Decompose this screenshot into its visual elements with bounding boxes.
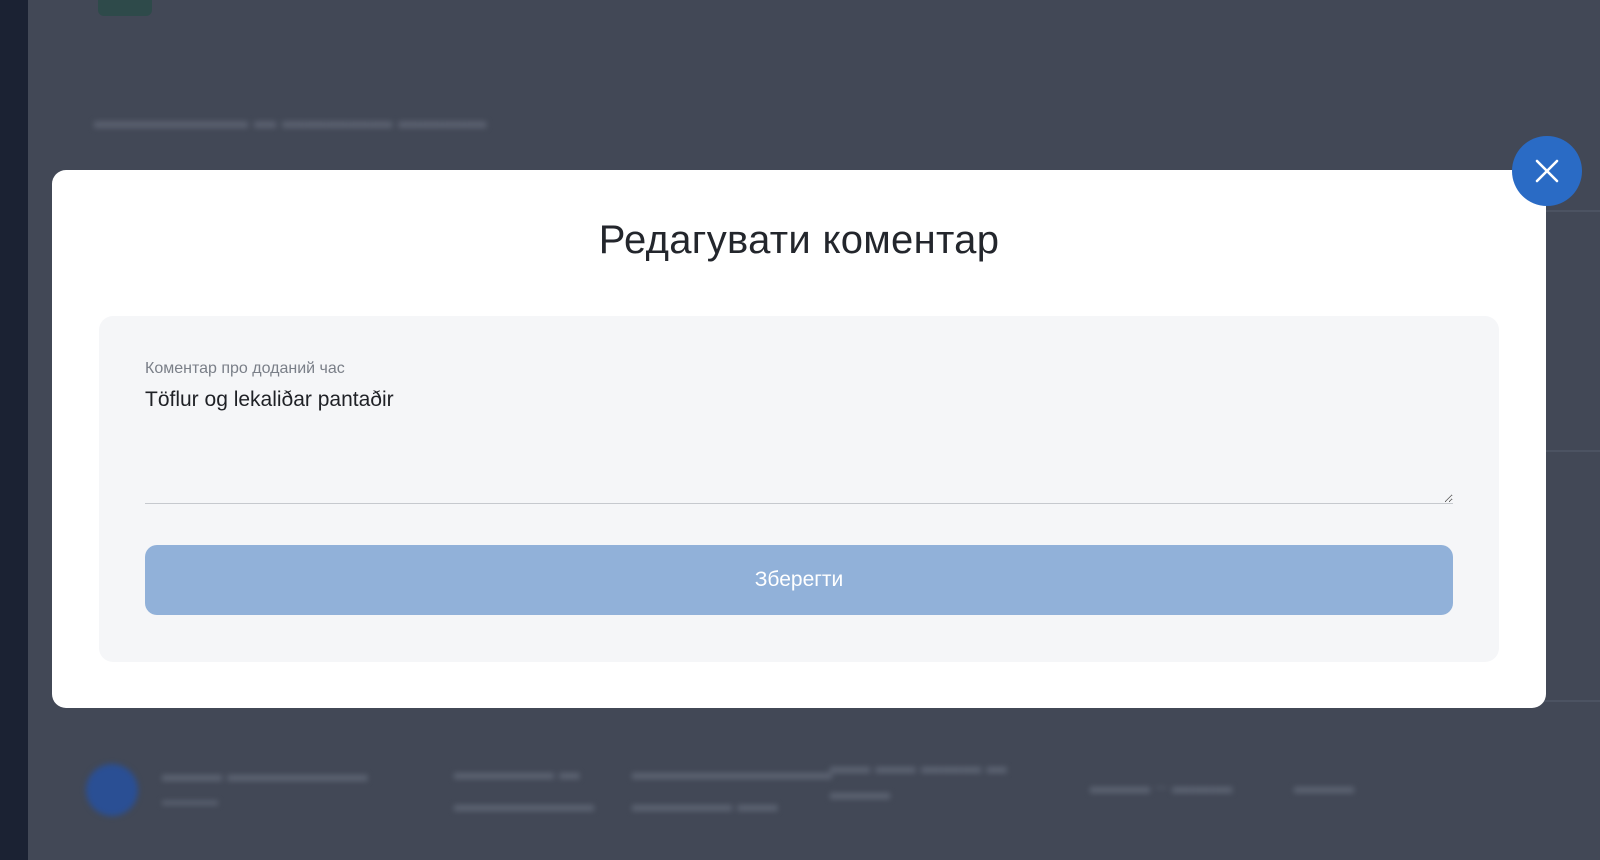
- background-cell: ▬▬▬▬▬▬▬▬▬▬: [632, 762, 832, 784]
- background-logo: [98, 0, 152, 16]
- background-heading-blurred: ▬▬▬▬▬▬▬ ▬ ▬▬▬▬▬ ▬▬▬▬: [94, 108, 487, 133]
- edit-comment-modal: Редагувати коментар Коментар про доданий…: [52, 170, 1546, 708]
- comment-textarea[interactable]: Töflur og lekaliðar pantaðir: [145, 388, 1453, 504]
- modal-title: Редагувати коментар: [598, 218, 1000, 262]
- background-avatar: [86, 764, 138, 816]
- background-cell: ▬▬ ▬▬ ▬▬▬ ▬: [830, 756, 1007, 778]
- background-cell: ▬▬▬ ▬▬▬▬▬▬▬: [162, 764, 368, 786]
- background-cell: ▬▬▬▬▬ ▬: [454, 762, 580, 784]
- background-cell: ▬▬▬▬▬ ▬▬: [632, 794, 778, 816]
- background-cell: ▬▬▬▬▬▬▬: [454, 794, 594, 816]
- background-cell: ▬▬▬: [1294, 776, 1354, 798]
- background-divider: [1540, 210, 1600, 212]
- comment-field-label: Коментар про доданий час: [145, 360, 345, 377]
- background-divider: [1540, 700, 1600, 702]
- comment-form-panel: Коментар про доданий час Töflur og lekal…: [99, 316, 1499, 662]
- background-cell: ▬▬▬ – ▬▬▬: [1090, 776, 1233, 798]
- background-divider: [1540, 450, 1600, 452]
- background-cell: ▬▬▬▬: [162, 792, 218, 808]
- background-sidebar: [0, 0, 28, 860]
- save-button[interactable]: Зберегти: [145, 545, 1453, 615]
- background-cell: ▬▬▬: [830, 782, 890, 804]
- app-stage: ▬▬▬▬▬▬▬ ▬ ▬▬▬▬▬ ▬▬▬▬ ▬▬▬ ▬▬▬▬▬▬▬ ▬▬▬▬ ▬▬…: [0, 0, 1600, 860]
- close-modal-button[interactable]: [1512, 136, 1582, 206]
- close-icon: [1534, 158, 1560, 184]
- background-table-row-blurred: ▬▬▬ ▬▬▬▬▬▬▬ ▬▬▬▬ ▬▬▬▬▬ ▬ ▬▬▬▬▬▬▬ ▬▬▬▬▬▬▬…: [84, 756, 1554, 842]
